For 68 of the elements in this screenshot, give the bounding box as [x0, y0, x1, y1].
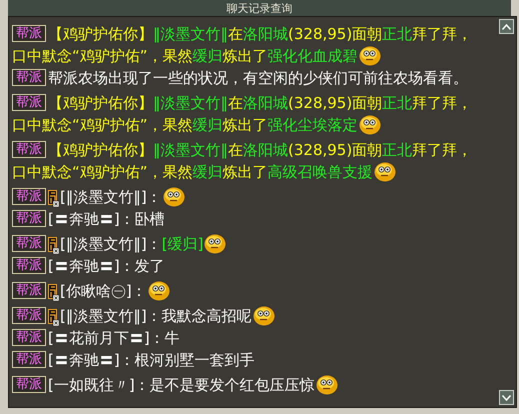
chat-text: [‖淡墨文竹‖]：我默念高招呢 — [60, 306, 252, 326]
chat-text: 缓归 — [192, 162, 223, 182]
chat-text: 强化化血成碧 — [268, 46, 358, 66]
chat-text: 口中默念“鸡驴护佑”，果然 — [12, 46, 193, 66]
guild-badge: 帮派 — [12, 257, 46, 274]
guild-badge: 帮派 — [12, 235, 46, 252]
chat-text: 洛阳城 — [243, 93, 288, 113]
chat-text: 【鸡驴护佑你】 — [48, 24, 153, 44]
window-title: 聊天记录查询 — [226, 2, 292, 14]
emoji-face-icon — [316, 375, 338, 395]
guild-badge: 帮派 — [12, 141, 46, 158]
chat-text: [‖淡墨文竹‖]： — [60, 187, 162, 207]
chat-text: 帮派农场出现了一些的状况，有空闲的少侠们可前往农场看看。 — [48, 68, 468, 88]
chat-text: [〓奔驰〓]：根河别墅一套到手 — [48, 350, 255, 370]
chat-text: 缓归 — [192, 115, 223, 135]
guild-badge: 帮派 — [12, 329, 46, 346]
chat-text: [〓花前月下〓]：牛 — [48, 328, 180, 348]
chat-text: 在 — [228, 140, 243, 160]
chat-text: [‖淡墨文竹‖]： — [60, 234, 162, 254]
chat-text: 口中默念“鸡驴护佑”，果然 — [12, 115, 193, 135]
chat-text: 洛阳城 — [243, 24, 288, 44]
chat-text: [一如既往〃]：是不是要发个红包压压惊 — [48, 375, 315, 395]
emoji-face-icon — [162, 187, 185, 207]
chat-text: 高级召唤兽支援 — [268, 162, 373, 182]
chat-text: [你瞅啥㊀]： — [60, 281, 147, 301]
guild-badge: 帮派 — [12, 307, 46, 324]
emoji-face-icon — [358, 115, 381, 135]
chat-text: 正北 — [382, 140, 412, 160]
chat-text: (328,95)面朝 — [288, 140, 382, 160]
chat-text: 拜了拜， — [412, 140, 472, 160]
chat-text: 口中默念“鸡驴护佑”，果然 — [12, 162, 193, 182]
chat-text: 【鸡驴护佑你】 — [48, 93, 153, 113]
emoji-face-icon — [252, 306, 275, 326]
emoji-face-icon — [204, 234, 226, 254]
chat-text: ‖淡墨文竹‖ — [153, 93, 228, 113]
chat-text: 强化尘埃落定 — [268, 115, 358, 135]
chat-text: 在 — [228, 24, 243, 44]
chat-text: ‖淡墨文竹‖ — [153, 140, 228, 160]
chat-text: ‖淡墨文竹‖ — [153, 24, 228, 44]
chat-text: 正北 — [382, 93, 412, 113]
emoji-face-icon — [374, 162, 396, 182]
chat-text: 【鸡驴护佑你】 — [48, 140, 153, 160]
guild-badge: 帮派 — [12, 376, 46, 393]
emoji-face-icon — [148, 281, 170, 301]
chat-text: [缓归] — [162, 234, 204, 254]
chat-text: [〓奔驰〓]：发了 — [48, 256, 165, 276]
guild-badge: 帮派 — [12, 351, 46, 368]
chat-text: 炼出了 — [222, 162, 268, 182]
chat-text: (328,95)面朝 — [288, 24, 382, 44]
chat-text: 洛阳城 — [243, 140, 288, 160]
chat-text: [〓奔驰〓]：卧槽 — [48, 209, 165, 229]
scroll-down-button[interactable] — [499, 390, 514, 405]
chat-text: 在 — [228, 93, 243, 113]
emoji-face-icon — [358, 46, 381, 66]
guild-badge: 帮派 — [12, 210, 46, 227]
chat-text: (328,95)面朝 — [288, 93, 382, 113]
chat-text: 拜了拜， — [412, 93, 472, 113]
guild-badge: 帮派 — [12, 25, 46, 42]
guild-badge: 帮派 — [12, 188, 46, 205]
scroll-up-button[interactable] — [499, 19, 514, 34]
chat-text: 炼出了 — [222, 115, 268, 135]
chat-text: 拜了拜， — [412, 24, 472, 44]
guild-badge: 帮派 — [12, 69, 46, 86]
guild-badge: 帮派 — [12, 94, 46, 111]
chat-text: 正北 — [382, 24, 412, 44]
chat-text: 炼出了 — [222, 46, 268, 66]
guild-badge: 帮派 — [12, 282, 46, 299]
chat-text: 缓归 — [192, 46, 223, 66]
